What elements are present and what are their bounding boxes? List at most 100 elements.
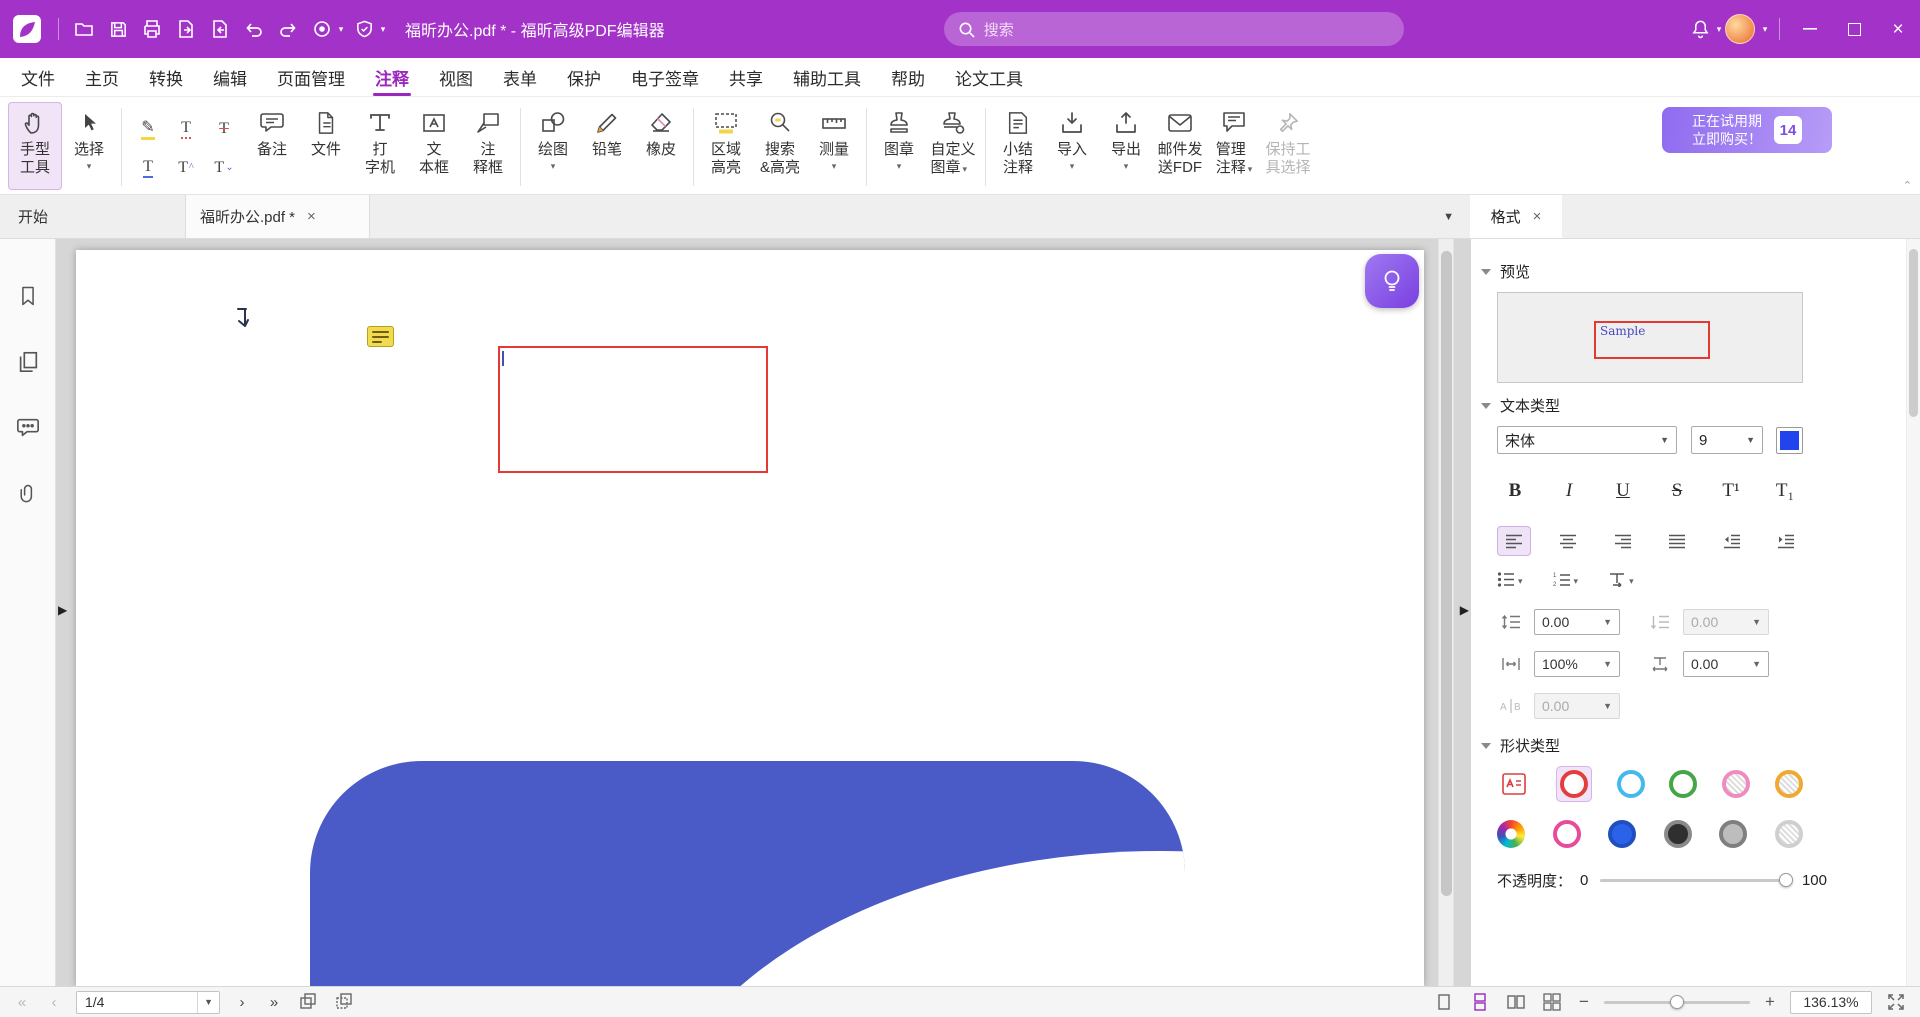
save-button[interactable] (101, 12, 135, 46)
char-spacing-input[interactable]: 0.00▼ (1683, 651, 1769, 677)
underline-text-button[interactable]: T (129, 148, 167, 187)
close-button[interactable]: × (1876, 0, 1920, 58)
redo-button[interactable] (271, 12, 305, 46)
manage-comments-button[interactable]: 管理 注释▾ (1207, 102, 1261, 190)
single-page-view-button[interactable] (1432, 990, 1456, 1014)
right-panel-expander[interactable]: ▶ (1460, 604, 1469, 616)
comments-panel-button[interactable] (13, 413, 43, 443)
drawing-button[interactable]: 绘图 ▾ (526, 102, 580, 190)
note-annotation-icon[interactable] (367, 326, 394, 347)
import-comments-button[interactable]: 导入 ▾ (1045, 102, 1099, 190)
menu-protect[interactable]: 保护 (552, 58, 616, 96)
numbered-list-button[interactable]: 12 ▾ (1553, 572, 1579, 587)
notifications-button[interactable] (1683, 12, 1717, 46)
search-highlight-button[interactable]: 搜索 &高亮 (753, 102, 807, 190)
text-direction-button[interactable]: ▾ (1608, 572, 1634, 587)
zoom-level-box[interactable]: 136.13% (1790, 991, 1872, 1014)
replace-text-button[interactable]: T^ (167, 148, 205, 187)
textbox-style-button[interactable] (1497, 769, 1531, 799)
zoom-in-button[interactable]: + (1762, 992, 1778, 1012)
clipboard-button[interactable] (332, 990, 356, 1014)
line-spacing-input[interactable]: 0.00▼ (1534, 609, 1620, 635)
zoom-slider[interactable] (1604, 1001, 1750, 1004)
last-page-button[interactable]: » (264, 994, 284, 1011)
vertical-scrollbar[interactable] (1438, 239, 1454, 986)
font-color-swatch[interactable] (1776, 427, 1803, 454)
pdf-page[interactable] (76, 250, 1424, 986)
eraser-button[interactable]: 橡皮 (634, 102, 688, 190)
menu-form[interactable]: 表单 (488, 58, 552, 96)
avatar[interactable] (1725, 14, 1755, 44)
tab-start[interactable]: 开始 (0, 195, 186, 238)
menu-edit[interactable]: 编辑 (198, 58, 262, 96)
summarize-comments-button[interactable]: 小结 注释 (991, 102, 1045, 190)
protect-button[interactable] (347, 12, 381, 46)
hand-tool-button[interactable]: 手型 工具 (8, 102, 62, 190)
note-comment-button[interactable]: 备注 (245, 102, 299, 190)
highlight-text-button[interactable]: ✎ (129, 109, 167, 148)
zoom-slider-thumb[interactable] (1670, 995, 1684, 1009)
shape-color-blue-filled[interactable] (1608, 820, 1636, 848)
underline-button[interactable]: U (1605, 474, 1641, 508)
previous-page-button[interactable]: ‹ (44, 994, 64, 1011)
shape-color-black-filled[interactable] (1664, 820, 1692, 848)
pages-panel-button[interactable] (13, 347, 43, 377)
page-number-box[interactable]: 1/4 ▼ (76, 991, 220, 1014)
italic-button[interactable]: I (1551, 474, 1587, 508)
menu-help[interactable]: 帮助 (876, 58, 940, 96)
shape-color-pink[interactable] (1722, 770, 1750, 798)
menu-accessibility[interactable]: 辅助工具 (778, 58, 876, 96)
email-fdf-button[interactable]: 邮件发 送FDF (1153, 102, 1207, 190)
smart-tip-bulb-button[interactable] (1365, 254, 1419, 308)
stamp-button[interactable]: 图章 ▾ (872, 102, 926, 190)
facing-view-button[interactable] (1504, 990, 1528, 1014)
text-type-section-header[interactable]: 文本类型 (1481, 395, 1920, 416)
panel-scrollbar[interactable] (1906, 239, 1920, 986)
print-button[interactable] (135, 12, 169, 46)
menu-esign[interactable]: 电子签章 (616, 58, 714, 96)
format-panel-close-icon[interactable]: × (1533, 209, 1542, 224)
shape-color-green[interactable] (1669, 770, 1697, 798)
snapshot-button[interactable] (296, 990, 320, 1014)
bold-button[interactable]: B (1497, 474, 1533, 508)
color-wheel-icon[interactable] (1497, 820, 1525, 848)
decrease-indent-button[interactable] (1715, 526, 1749, 556)
panel-scrollbar-thumb[interactable] (1909, 249, 1918, 417)
minimize-button[interactable] (1788, 0, 1832, 58)
next-page-button[interactable]: › (232, 994, 252, 1011)
menu-comment[interactable]: 注释 (360, 58, 424, 96)
continuous-view-button[interactable] (1468, 990, 1492, 1014)
left-panel-expander[interactable]: ▶ (58, 604, 67, 616)
tab-list-caret-icon[interactable]: ▼ (1443, 211, 1454, 223)
shape-color-red-selected[interactable] (1556, 766, 1592, 802)
shape-color-magenta[interactable] (1553, 820, 1581, 848)
maximize-button[interactable] (1832, 0, 1876, 58)
touch-mode-caret-icon[interactable]: ▾ (335, 24, 347, 35)
strikethrough-button[interactable]: S (1659, 474, 1695, 508)
scrollbar-thumb[interactable] (1441, 251, 1452, 896)
collapse-ribbon-button[interactable]: ⌃ (1903, 179, 1912, 192)
align-left-button[interactable] (1497, 526, 1531, 556)
font-size-select[interactable]: 9▼ (1691, 426, 1763, 454)
squiggly-underline-button[interactable]: T (167, 109, 205, 148)
typewriter-button[interactable]: 打 字机 (353, 102, 407, 190)
export-pdf-button[interactable] (169, 12, 203, 46)
measure-button[interactable]: 测量 ▾ (807, 102, 861, 190)
zoom-out-button[interactable]: − (1576, 992, 1592, 1012)
tab-close-icon[interactable]: × (307, 209, 316, 224)
shape-color-white[interactable] (1775, 820, 1803, 848)
tab-format[interactable]: 格式 × (1470, 195, 1562, 238)
custom-stamp-button[interactable]: 自定义 图章▾ (926, 102, 980, 190)
notifications-caret-icon[interactable]: ▾ (1713, 24, 1725, 35)
align-justify-button[interactable] (1660, 526, 1694, 556)
trial-purchase-button[interactable]: 正在试用期 立即购买！ 14 (1662, 107, 1832, 153)
opacity-slider-thumb[interactable] (1779, 873, 1793, 887)
shape-color-gray-filled[interactable] (1719, 820, 1747, 848)
menu-view[interactable]: 视图 (424, 58, 488, 96)
bullet-list-button[interactable]: ▾ (1497, 572, 1523, 587)
bookmarks-panel-button[interactable] (13, 281, 43, 311)
shape-type-section-header[interactable]: 形状类型 (1481, 735, 1920, 756)
textbox-button[interactable]: 文 本框 (407, 102, 461, 190)
subscript-button[interactable]: T₁ (1767, 474, 1803, 508)
menu-home[interactable]: 主页 (70, 58, 134, 96)
